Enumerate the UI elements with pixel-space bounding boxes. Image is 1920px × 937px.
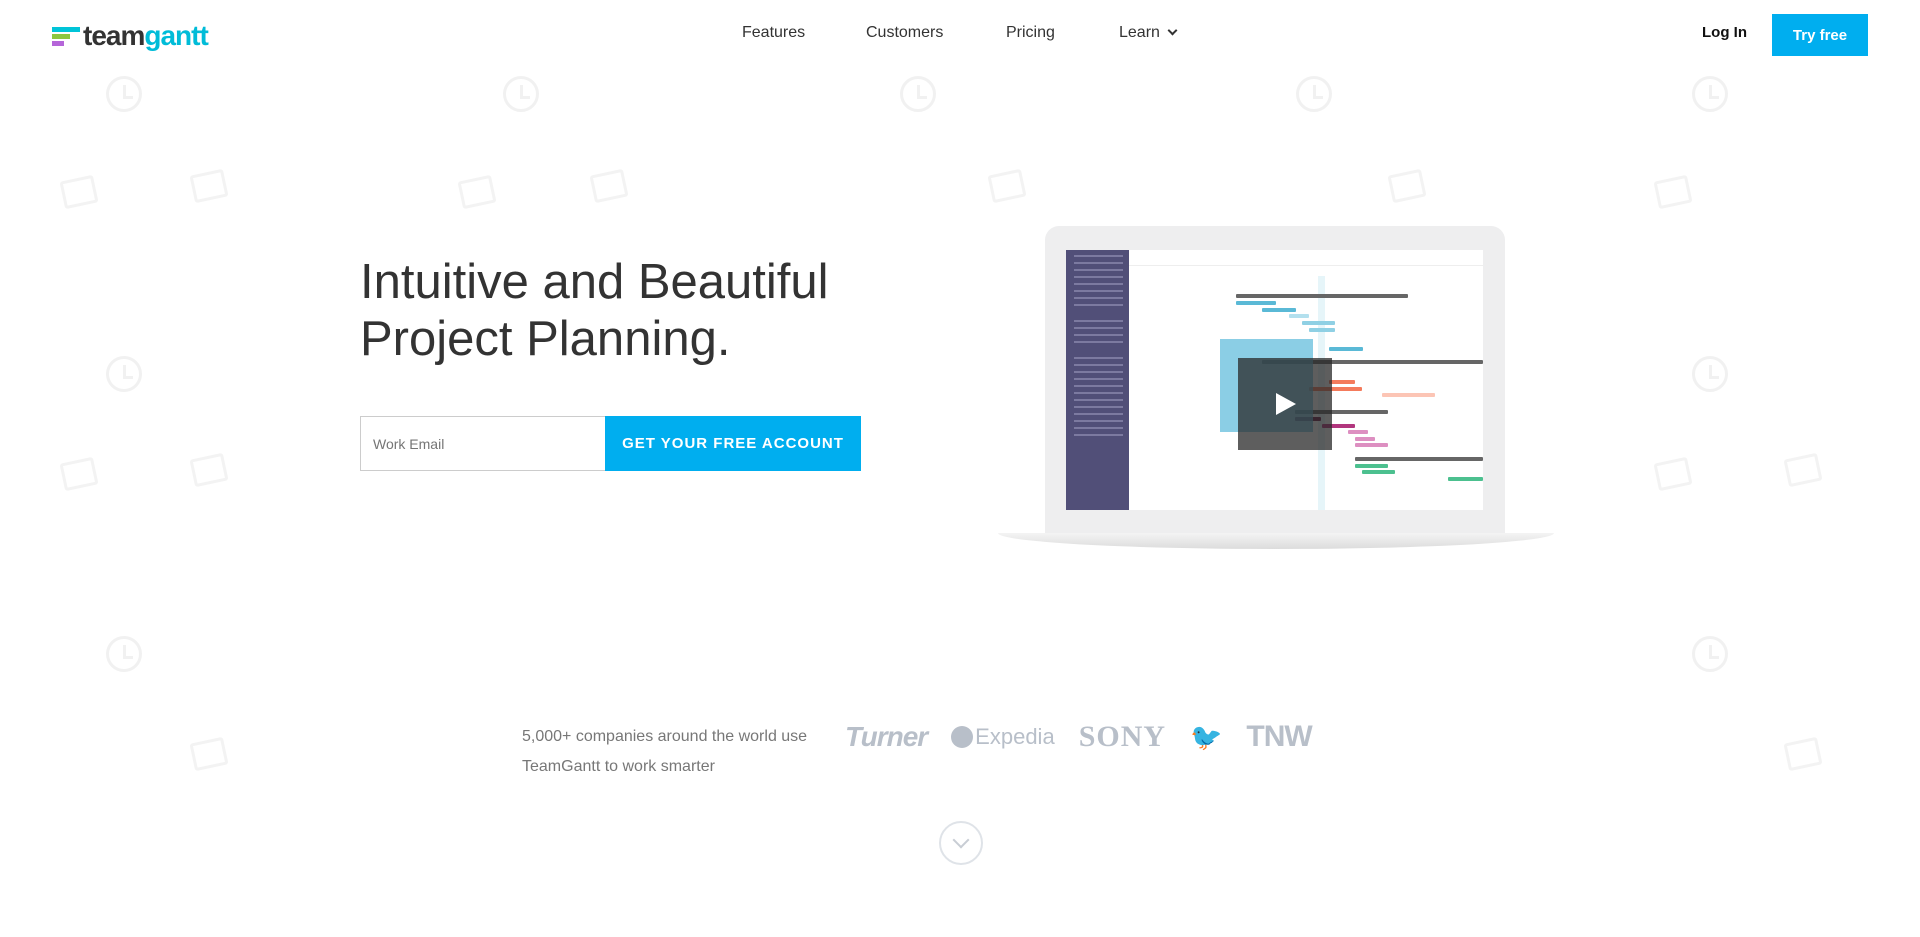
chevron-down-icon bbox=[1167, 25, 1178, 36]
work-email-input[interactable] bbox=[360, 416, 605, 471]
chevron-down-icon bbox=[952, 831, 970, 849]
tnw-logo: TNW bbox=[1246, 720, 1312, 753]
turner-logo: Turner bbox=[845, 721, 928, 752]
sony-logo: SONY bbox=[1078, 720, 1167, 753]
login-link[interactable]: Log In bbox=[1702, 24, 1747, 41]
get-free-account-button[interactable]: GET YOUR FREE ACCOUNT bbox=[605, 416, 861, 471]
expedia-logo: Expedia bbox=[951, 724, 1055, 750]
brand-logos: Turner Expedia SONY 🐦 TNW bbox=[845, 720, 1313, 754]
nav-customers[interactable]: Customers bbox=[866, 24, 943, 42]
logo-icon bbox=[52, 26, 80, 46]
twitter-logo: 🐦 bbox=[1190, 721, 1223, 752]
nav-pricing[interactable]: Pricing bbox=[1006, 24, 1055, 42]
play-video-button[interactable] bbox=[1238, 358, 1332, 450]
try-free-button[interactable]: Try free bbox=[1772, 14, 1868, 56]
hero-title: Intuitive and Beautiful Project Planning. bbox=[360, 255, 829, 366]
nav-features[interactable]: Features bbox=[742, 24, 805, 42]
plane-icon bbox=[951, 726, 974, 748]
companies-text: 5,000+ companies around the world use Tea… bbox=[522, 728, 808, 775]
app-tabs bbox=[1129, 250, 1483, 266]
laptop-base bbox=[998, 533, 1554, 549]
scroll-down-button[interactable] bbox=[939, 821, 983, 865]
nav-learn[interactable]: Learn bbox=[1119, 24, 1178, 42]
teamgantt-logo[interactable]: teamgantt bbox=[52, 20, 209, 52]
app-sidebar bbox=[1066, 250, 1129, 510]
